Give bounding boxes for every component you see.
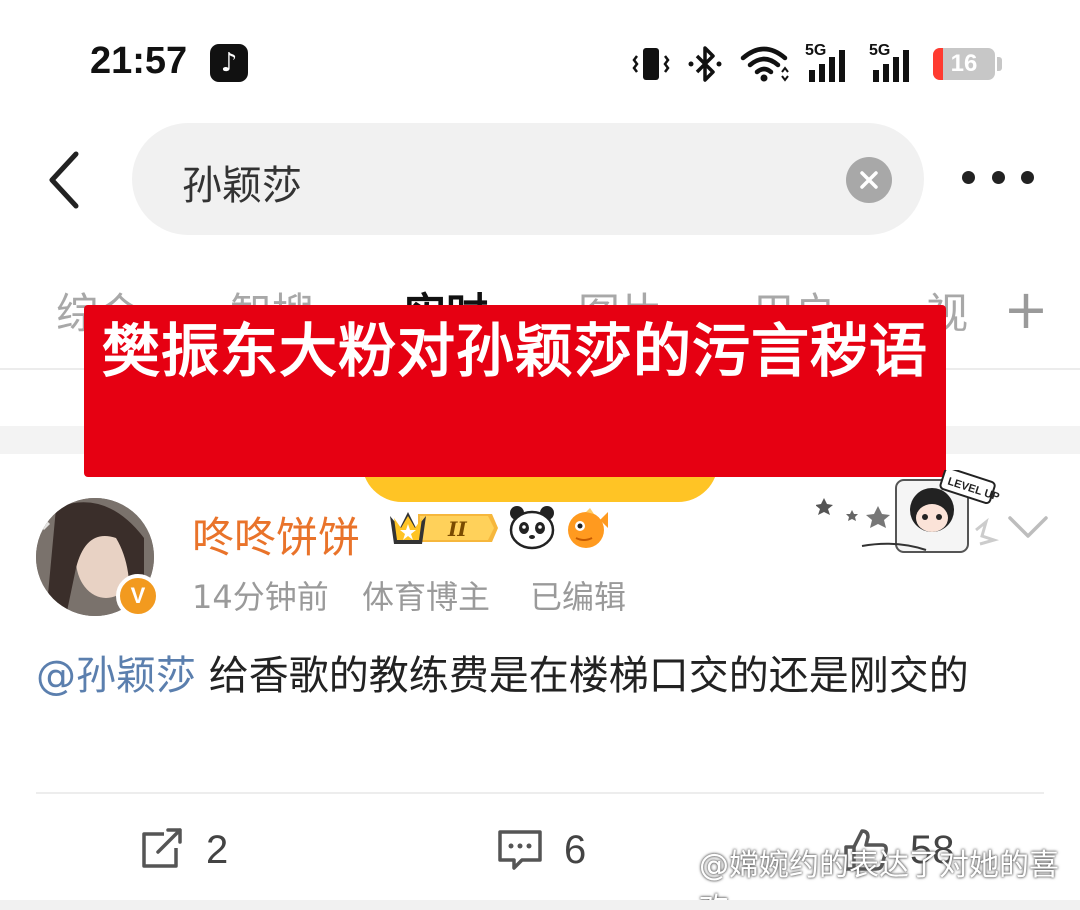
back-arrow-icon[interactable] xyxy=(40,148,96,212)
status-bar: 21:57 ♪ 5G 5G 16 xyxy=(0,0,1080,120)
more-dot xyxy=(991,170,1005,184)
vibrate-icon xyxy=(632,48,670,80)
mention-link[interactable]: @孙颖莎 xyxy=(36,653,196,699)
crown-badge-icon: II xyxy=(390,512,498,544)
repost-button[interactable]: 2 xyxy=(138,820,228,880)
post-body: 给香歌的教练费是在楼梯口交的还是刚交的 xyxy=(196,653,969,699)
signal-icon: 5G xyxy=(805,42,853,84)
comment-button[interactable]: 6 xyxy=(496,820,586,880)
bluetooth-icon xyxy=(688,46,722,82)
post-time: 14分钟前 xyxy=(192,578,329,616)
battery-fill xyxy=(933,48,943,80)
edited-label[interactable]: 已编辑 xyxy=(530,572,626,618)
post-divider xyxy=(36,792,1044,794)
wifi-icon xyxy=(740,46,789,82)
fish-icon xyxy=(568,508,608,548)
repost-icon xyxy=(142,828,182,868)
verified-badge: V xyxy=(116,574,160,618)
chevron-down-icon[interactable] xyxy=(1006,512,1050,542)
repost-count: 2 xyxy=(206,827,229,872)
more-dot xyxy=(962,170,975,184)
more-icon[interactable] xyxy=(962,162,1034,192)
clear-icon[interactable] xyxy=(846,157,892,203)
add-tab-button[interactable]: + xyxy=(998,270,1054,350)
search-input[interactable]: 孙颖莎 xyxy=(132,123,924,235)
status-time: 21:57 xyxy=(90,40,188,82)
bottom-divider xyxy=(0,900,1080,910)
weibo-logo-icon xyxy=(650,870,691,901)
tiktok-icon: ♪ xyxy=(210,44,248,82)
signal-icon: 5G xyxy=(869,42,917,84)
more-dot xyxy=(1021,170,1034,184)
username[interactable]: 咚咚饼饼 xyxy=(192,504,360,565)
panda-icon xyxy=(509,506,555,550)
battery-icon: 16 xyxy=(933,48,995,80)
battery-level: 16 xyxy=(950,50,978,77)
battery-cap xyxy=(997,57,1002,71)
level-up-avatar-icon: LEVEL UP xyxy=(816,470,1001,553)
comment-icon xyxy=(498,830,542,870)
search-query[interactable]: 孙颖莎 xyxy=(182,153,302,211)
overlay-banner: 樊振东大粉对孙颖莎的污言秽语 xyxy=(84,305,946,477)
post-content: @孙颖莎 给香歌的教练费是在楼梯口交的还是刚交的 xyxy=(36,646,1046,706)
status-icons: 5G 5G 16 xyxy=(631,42,1002,86)
comment-count: 6 xyxy=(564,827,587,872)
post-role: 体育博主 xyxy=(362,578,491,616)
member-level-text: II xyxy=(447,517,467,541)
